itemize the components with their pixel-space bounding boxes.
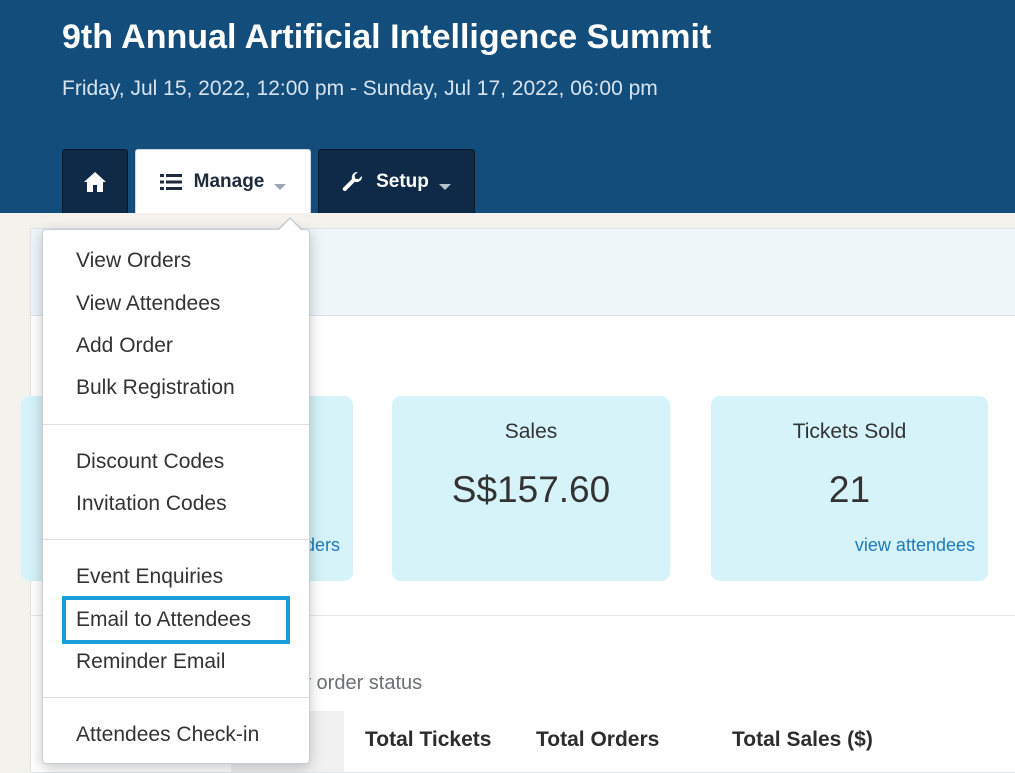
sales-label: Sales [504, 420, 558, 443]
home-icon [83, 171, 107, 193]
menu-divider [43, 697, 309, 698]
dropdown-pointer [279, 219, 301, 230]
menu-divider [43, 424, 309, 425]
sales-value: S$157.60 [451, 469, 611, 510]
section-subtitle: y order status [301, 672, 423, 694]
tickets-card: Tickets Sold 21 view attendees [711, 396, 988, 581]
event-dates: Friday, Jul 15, 2022, 12:00 pm - Sunday,… [62, 77, 658, 100]
menu-item-view-orders[interactable]: View Orders [76, 249, 191, 273]
column-header-total-sales: Total Sales ($) [732, 728, 873, 751]
view-attendees-link[interactable]: view attendees [855, 535, 975, 556]
menu-item-add-order[interactable]: Add Order [76, 334, 173, 358]
manage-dropdown-menu: View Orders View Attendees Add Order Bul… [42, 229, 310, 764]
tab-manage[interactable]: Manage [135, 149, 311, 213]
menu-item-view-attendees[interactable]: View Attendees [76, 292, 220, 316]
event-title: 9th Annual Artificial Intelligence Summi… [62, 18, 712, 56]
tab-setup[interactable]: Setup [318, 149, 475, 213]
wrench-icon [342, 171, 364, 193]
menu-item-discount-codes[interactable]: Discount Codes [76, 450, 224, 474]
menu-divider [43, 539, 309, 540]
menu-item-email-to-attendees[interactable]: Email to Attendees [76, 608, 251, 632]
view-orders-link[interactable]: ders [305, 535, 340, 556]
menu-item-attendees-check-in[interactable]: Attendees Check-in [76, 723, 259, 747]
menu-item-reminder-email[interactable]: Reminder Email [76, 650, 225, 674]
tab-home[interactable] [62, 149, 128, 213]
tickets-label: Tickets Sold [792, 420, 907, 443]
column-header-total-tickets: Total Tickets [365, 728, 492, 751]
sales-card: Sales S$157.60 [392, 396, 670, 581]
event-header: 9th Annual Artificial Intelligence Summi… [0, 0, 1015, 213]
list-icon [159, 173, 182, 191]
tab-manage-label: Manage [193, 170, 265, 192]
column-header-total-orders: Total Orders [536, 728, 660, 751]
menu-item-invitation-codes[interactable]: Invitation Codes [76, 492, 227, 516]
chevron-down-icon [274, 183, 287, 190]
tab-setup-label: Setup [376, 170, 429, 192]
menu-item-event-enquiries[interactable]: Event Enquiries [76, 565, 223, 589]
tickets-value: 21 [828, 469, 871, 510]
chevron-down-icon [438, 183, 451, 190]
menu-item-bulk-registration[interactable]: Bulk Registration [76, 376, 235, 400]
